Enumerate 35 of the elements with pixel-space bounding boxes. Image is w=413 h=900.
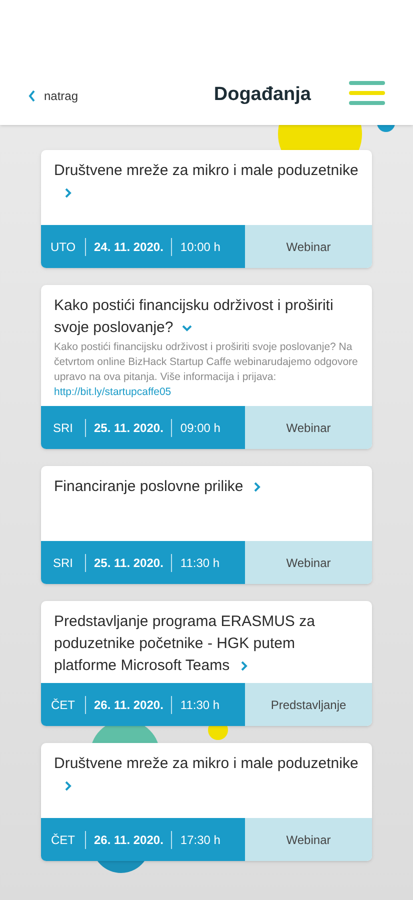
event-date: 25. 11. 2020. [93, 554, 164, 572]
event-day: ČET [41, 696, 85, 714]
back-button[interactable]: natrag [28, 87, 78, 105]
menu-icon[interactable] [349, 81, 385, 105]
event-type: Webinar [245, 406, 372, 449]
event-type: Webinar [245, 225, 372, 268]
event-date: 26. 11. 2020. [93, 696, 164, 714]
event-type: Webinar [245, 541, 372, 584]
event-date: 24. 11. 2020. [93, 238, 164, 256]
event-card[interactable]: Predstavljanje programa ERASMUS za poduzetnike početnike - HGK putem platforme Microsoft Teams ČET 26. 11. 2020. 11:30 h Predstavljanje [41, 601, 372, 726]
event-time: 10:00 h [179, 238, 222, 256]
event-card[interactable]: Društvene mreže za mikro i male poduzetnike ČET 26. 11. 2020. 17:30 h Webinar [41, 743, 372, 861]
event-day: UTO [41, 238, 85, 256]
event-title: Društvene mreže za mikro i male poduzetnike [54, 160, 359, 204]
event-time: 17:30 h [179, 832, 222, 848]
event-card[interactable] [41, 285, 372, 449]
event-title: Društvene mreže za mikro i male poduzetnike [54, 753, 359, 797]
event-time: 09:00 h [179, 420, 222, 436]
event-type: Webinar [245, 818, 372, 861]
chevron-left-icon [28, 90, 36, 102]
event-card[interactable]: Društvene mreže za mikro i male poduzetnike UTO 24. 11. 2020. 10:00 h Webinar [41, 150, 372, 268]
event-title: Kako postići financijsku održivost i proširiti svoje poslovanje? [54, 296, 334, 338]
event-time: 11:30 h [179, 554, 221, 572]
event-day: SRI [41, 554, 85, 572]
event-day: ČET [41, 830, 85, 848]
event-date: 26. 11. 2020. [93, 832, 164, 848]
event-title: Predstavljanje programa ERASMUS za poduzetnike početnike - HGK putem platforme Microsoft Teams [54, 612, 316, 676]
event-type: Predstavljanje [245, 683, 372, 726]
event-day: SRI [41, 418, 85, 436]
event-card[interactable]: Financiranje poslovne prilike SRI 25. 11. 2020. 11:30 h Webinar [41, 466, 372, 584]
page-title: Događanja [214, 82, 311, 106]
event-description: Kako postići financijsku održivost i proširiti svoje poslovanje? Na četvrtom online BizHack Startup Caffe webinarudajemo odgovore upravo na ova pitanja. Više informacija i prijava: http://bit.ly/startupcaffe05 [54, 340, 359, 400]
event-time: 11:30 h [179, 696, 221, 714]
event-title: Financiranje poslovne prilike [54, 476, 359, 498]
event-date: 25. 11. 2020. [93, 420, 164, 436]
